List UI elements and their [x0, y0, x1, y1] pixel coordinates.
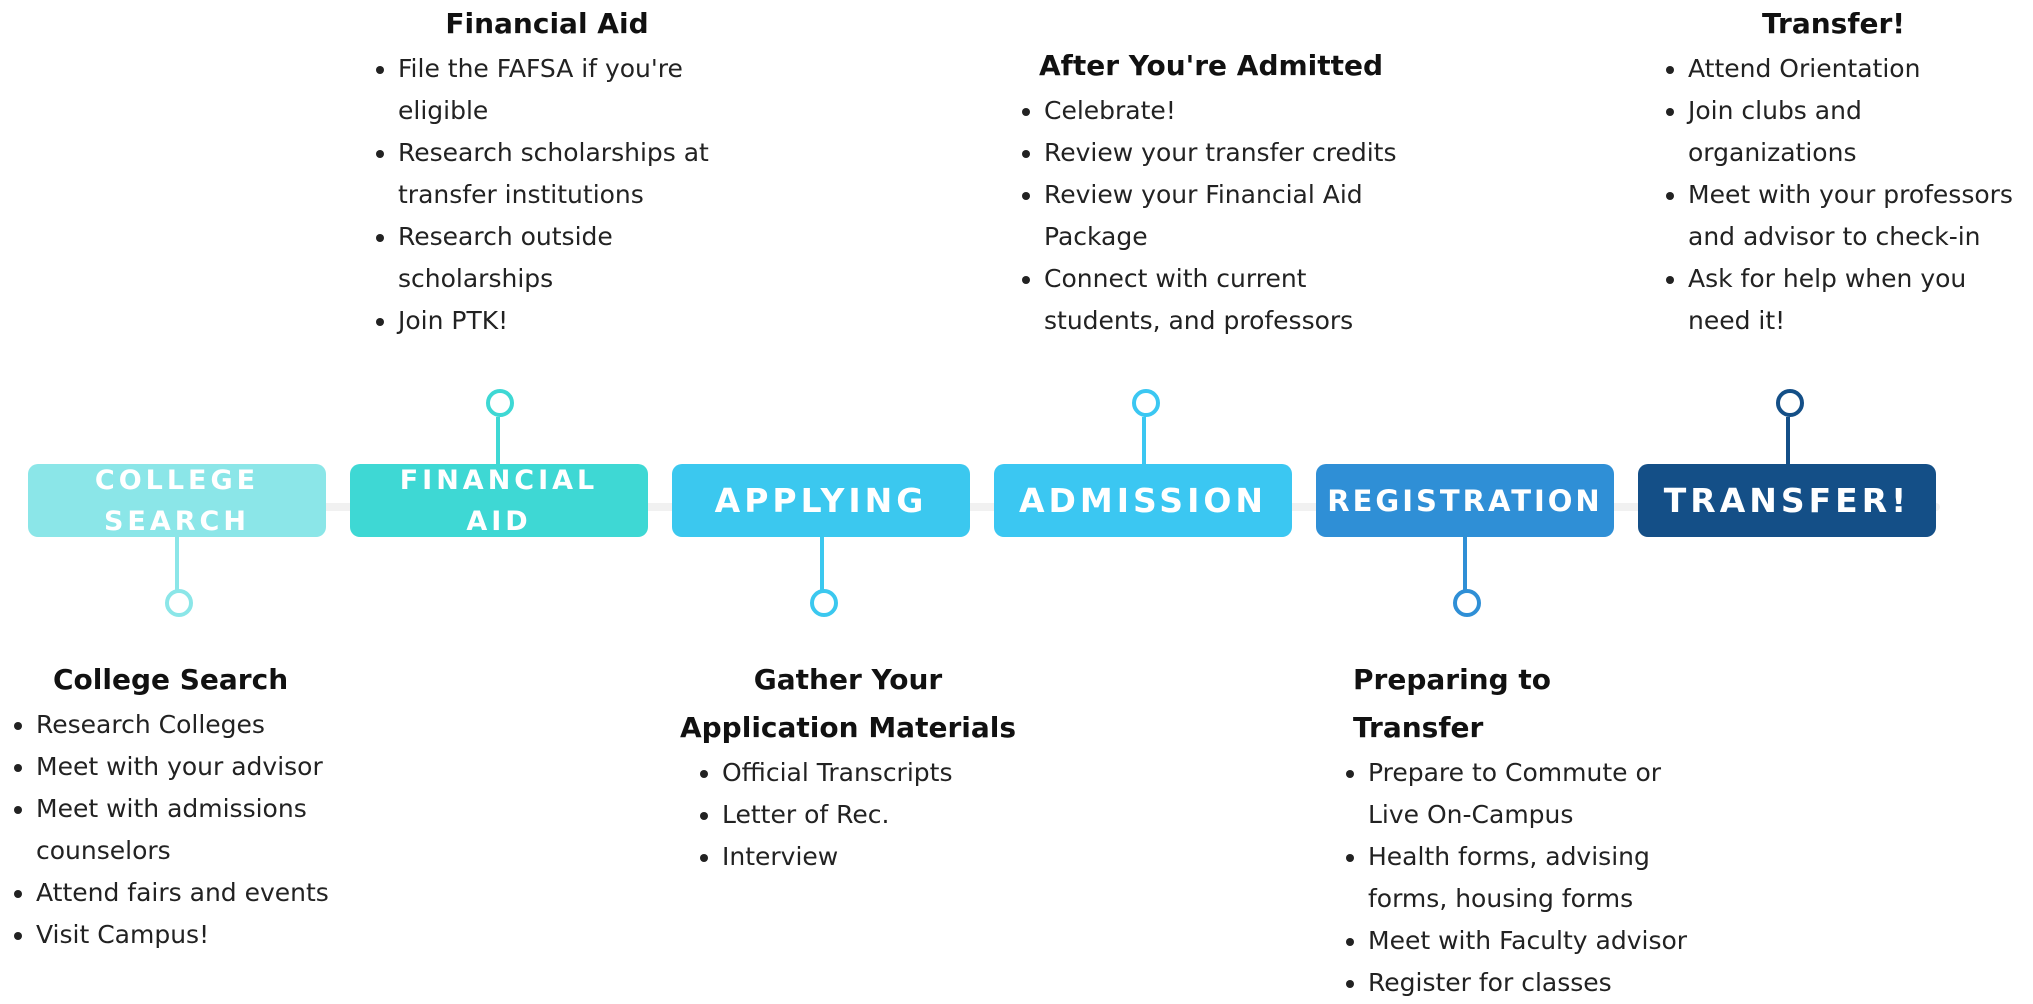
stage-label: APPLYING: [714, 481, 928, 520]
node-applying: [810, 589, 838, 617]
list-item: File the FAFSA if you're eligible: [398, 48, 742, 132]
stage-admission: ADMISSION: [994, 464, 1292, 537]
checklist: Research Colleges Meet with your advisor…: [0, 704, 350, 956]
block-title: After You're Admitted: [1039, 49, 1384, 82]
block-title-line: Application Materials: [679, 711, 1017, 744]
list-item: Meet with your professors and advisor to…: [1688, 174, 2032, 258]
list-item: Celebrate!: [1044, 90, 1428, 132]
list-item: Attend fairs and events: [36, 872, 350, 914]
connector-registration: [1463, 537, 1467, 591]
list-item: Visit Campus!: [36, 914, 350, 956]
list-item: Join PTK!: [398, 300, 742, 342]
stage-registration: REGISTRATION: [1316, 464, 1614, 537]
connector-financial-aid: [496, 417, 500, 464]
connector-college-search: [175, 537, 179, 591]
list-item: Review your Financial Aid Package: [1044, 174, 1428, 258]
node-transfer: [1776, 389, 1804, 417]
stage-label: ADMISSION: [1018, 481, 1268, 520]
list-item: Ask for help when you need it!: [1688, 258, 2032, 342]
list-item: Join clubs and organizations: [1688, 90, 2032, 174]
list-item: Letter of Rec.: [722, 794, 1018, 836]
college-search-block: College Search Research Colleges Meet wi…: [0, 656, 350, 956]
stage-label: TRANSFER!: [1663, 481, 1911, 520]
stage-transfer: TRANSFER!: [1638, 464, 1936, 537]
list-item: Meet with your advisor: [36, 746, 350, 788]
stage-label: COLLEGE: [94, 464, 260, 496]
stage-college-search: COLLEGE SEARCH: [28, 464, 326, 537]
transfer-block: Transfer! Attend Orientation Join clubs …: [1652, 0, 2032, 342]
connector-transfer: [1786, 417, 1790, 464]
list-item: Meet with Faculty advisor: [1368, 920, 1690, 962]
stage-applying: APPLYING: [672, 464, 970, 537]
list-item: Register for classes: [1368, 962, 1690, 1004]
stage-financial-aid: FINANCIAL AID: [350, 464, 648, 537]
checklist: Prepare to Commute or Live On-Campus Hea…: [1330, 752, 1690, 1004]
financial-aid-block: Financial Aid File the FAFSA if you're e…: [362, 0, 742, 342]
block-title: Financial Aid: [445, 7, 649, 40]
connector-applying: [820, 537, 824, 591]
list-item: Research Colleges: [36, 704, 350, 746]
checklist: Official Transcripts Letter of Rec. Inte…: [678, 752, 1018, 878]
block-title: Preparing to Transfer: [1353, 663, 1552, 744]
list-item: Research outside scholarships: [398, 216, 742, 300]
checklist: File the FAFSA if you're eligible Resear…: [362, 48, 742, 342]
list-item: Health forms, advising forms, housing fo…: [1368, 836, 1690, 920]
list-item: Interview: [722, 836, 1018, 878]
block-title: College Search: [53, 663, 289, 696]
stage-label: FINANCIAL: [399, 464, 599, 496]
node-registration: [1453, 589, 1481, 617]
list-item: Research scholarships at transfer instit…: [398, 132, 742, 216]
list-item: Meet with admissions counselors: [36, 788, 350, 872]
node-financial-aid: [486, 389, 514, 417]
stage-label: SEARCH: [103, 505, 250, 537]
list-item: Attend Orientation: [1688, 48, 2032, 90]
list-item: Prepare to Commute or Live On-Campus: [1368, 752, 1690, 836]
stage-label: REGISTRATION: [1327, 483, 1603, 518]
after-admitted-block: After You're Admitted Celebrate! Review …: [1008, 42, 1428, 342]
block-title: Transfer!: [1762, 7, 1906, 40]
preparing-block: Preparing to Transfer Prepare to Commute…: [1330, 656, 1690, 1004]
stage-label: AID: [466, 505, 532, 537]
list-item: Connect with current students, and profe…: [1044, 258, 1428, 342]
connector-admission: [1142, 417, 1146, 464]
list-item: Review your transfer credits: [1044, 132, 1428, 174]
node-college-search: [165, 589, 193, 617]
node-admission: [1132, 389, 1160, 417]
checklist: Celebrate! Review your transfer credits …: [1008, 90, 1428, 342]
block-title: Gather Your Application Materials: [678, 656, 1018, 752]
gather-materials-block: Gather Your Application Materials Offici…: [678, 656, 1018, 878]
list-item: Official Transcripts: [722, 752, 1018, 794]
block-title-line: Gather Your: [753, 663, 943, 696]
checklist: Attend Orientation Join clubs and organi…: [1652, 48, 2032, 342]
